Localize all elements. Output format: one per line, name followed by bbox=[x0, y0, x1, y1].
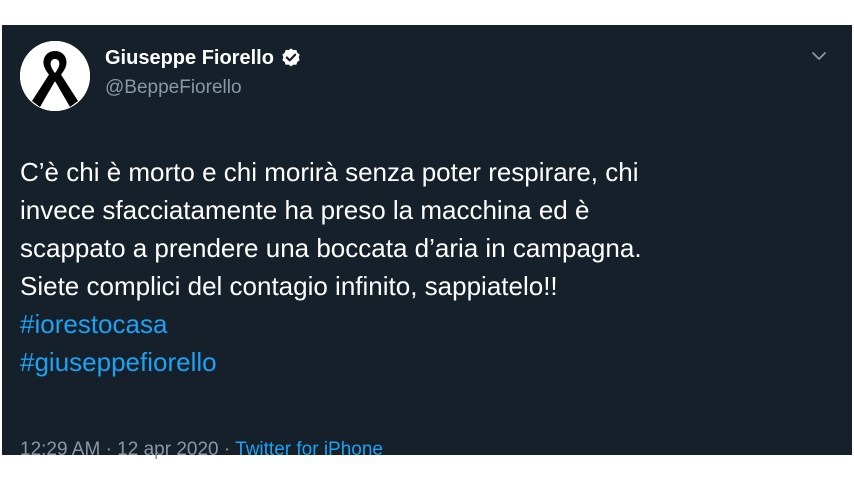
hashtag-link[interactable]: #iorestocasa bbox=[20, 305, 820, 343]
tweet-menu-chevron-icon[interactable] bbox=[808, 45, 830, 67]
user-handle[interactable]: @BeppeFiorello bbox=[105, 76, 242, 100]
tweet-time[interactable]: 12:29 AM bbox=[20, 439, 100, 460]
hashtag-link[interactable]: #giuseppefiorello bbox=[20, 343, 820, 381]
tweet-text-line: scappato a prendere una boccata d’aria i… bbox=[20, 233, 642, 263]
tweet-date[interactable]: 12 apr 2020 bbox=[117, 439, 218, 460]
tweet-source-link[interactable]: Twitter for iPhone bbox=[235, 439, 383, 460]
user-name-row[interactable]: Giuseppe Fiorello bbox=[105, 46, 302, 70]
tweet-text-line: C’è chi è morto e chi morirà senza poter… bbox=[20, 157, 639, 187]
mourning-ribbon-icon bbox=[20, 41, 90, 111]
tweet-text-line: Siete complici del contagio infinito, sa… bbox=[20, 271, 558, 301]
tweet-card: Giuseppe Fiorello @BeppeFiorello C’è chi… bbox=[2, 25, 852, 460]
user-display-name[interactable]: Giuseppe Fiorello bbox=[105, 46, 274, 70]
tweet-text: C’è chi è morto e chi morirà senza poter… bbox=[20, 153, 820, 381]
meta-separator: · bbox=[223, 439, 236, 460]
avatar[interactable] bbox=[20, 41, 90, 111]
verified-badge-icon bbox=[280, 47, 302, 69]
tweet-meta: 12:29 AM · 12 apr 2020 · Twitter for iPh… bbox=[20, 437, 383, 463]
tweet-text-line: invece sfacciatamente ha preso la macchi… bbox=[20, 195, 590, 225]
meta-separator: · bbox=[105, 439, 118, 460]
